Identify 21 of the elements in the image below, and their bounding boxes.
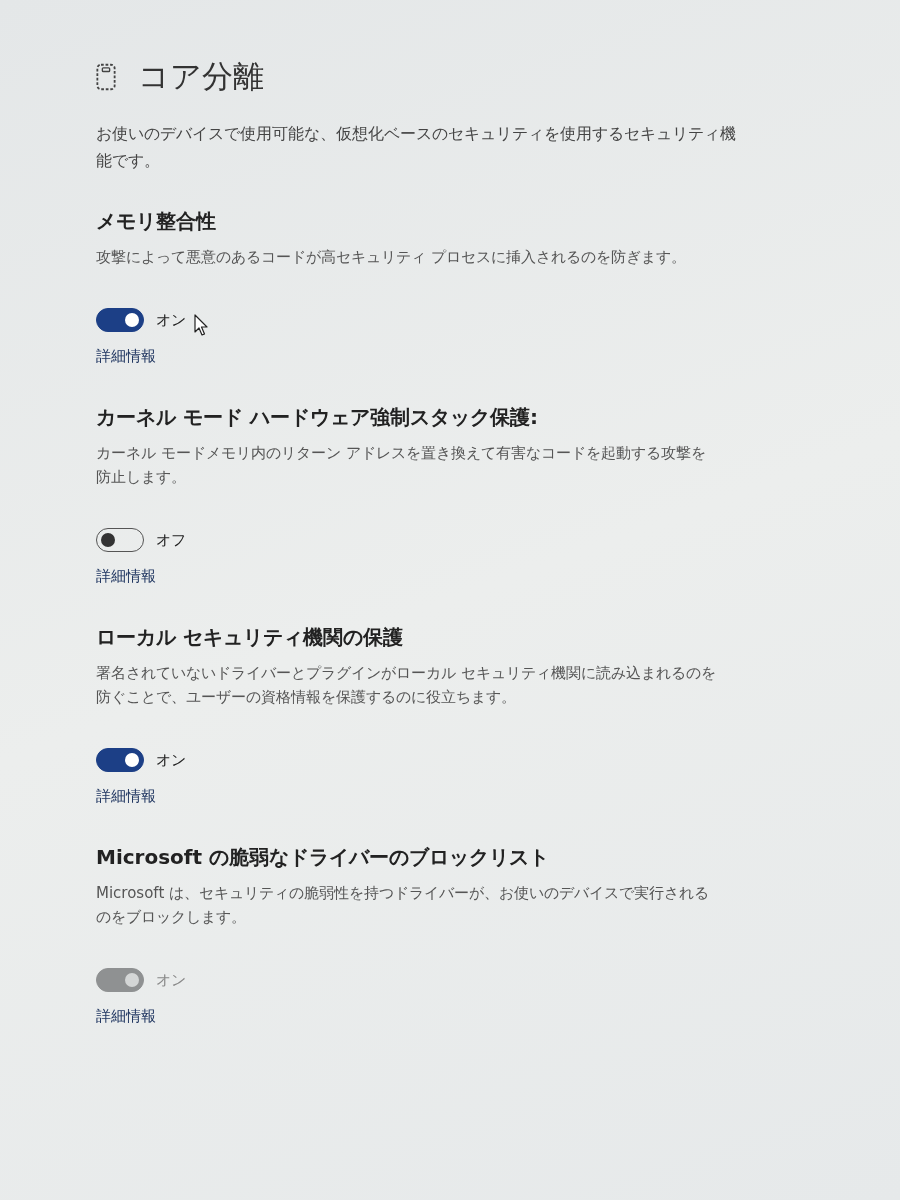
section-description: 攻撃によって悪意のあるコードが高セキュリティ プロセスに挿入されるのを防ぎます。	[96, 247, 687, 268]
section-description: Microsoft は、セキュリティの脆弱性を持つドライバーが、お使いのデバイスで実行されるのをブロックします。	[96, 883, 711, 928]
section-heading: Microsoft の脆弱なドライバーのブロックリスト	[96, 844, 550, 871]
more-info-link[interactable]: 詳細情報	[96, 347, 156, 366]
more-info-link[interactable]: 詳細情報	[96, 567, 156, 586]
section-heading: ローカル セキュリティ機関の保護	[96, 624, 403, 651]
toggle-state-label: オン	[156, 750, 186, 770]
section-heading: メモリ整合性	[96, 208, 216, 235]
toggle-switch[interactable]	[96, 748, 144, 772]
section-description: 署名されていないドライバーとプラグインがローカル セキュリティ機関に読み込まれるのを防ぐことで、ユーザーの資格情報を保護するのに役立ちます。	[96, 663, 716, 708]
page-description: お使いのデバイスで使用可能な、仮想化ベースのセキュリティを使用するセキュリティ機能です。	[96, 123, 736, 172]
toggle-state-label: オン	[156, 970, 186, 990]
toggle-state-label: オフ	[156, 530, 186, 550]
section-description: カーネル モードメモリ内のリターン アドレスを置き換えて有害なコードを起動する攻撃を防止します。	[96, 443, 707, 488]
section-heading: カーネル モード ハードウェア強制スタック保護:	[96, 404, 538, 431]
toggle-switch[interactable]	[96, 308, 144, 332]
page-title: コア分離	[138, 57, 264, 96]
toggle-state-label: オン	[156, 310, 186, 330]
more-info-link[interactable]: 詳細情報	[96, 1007, 156, 1026]
more-info-link[interactable]: 詳細情報	[96, 787, 156, 806]
core-isolation-icon	[96, 63, 116, 91]
